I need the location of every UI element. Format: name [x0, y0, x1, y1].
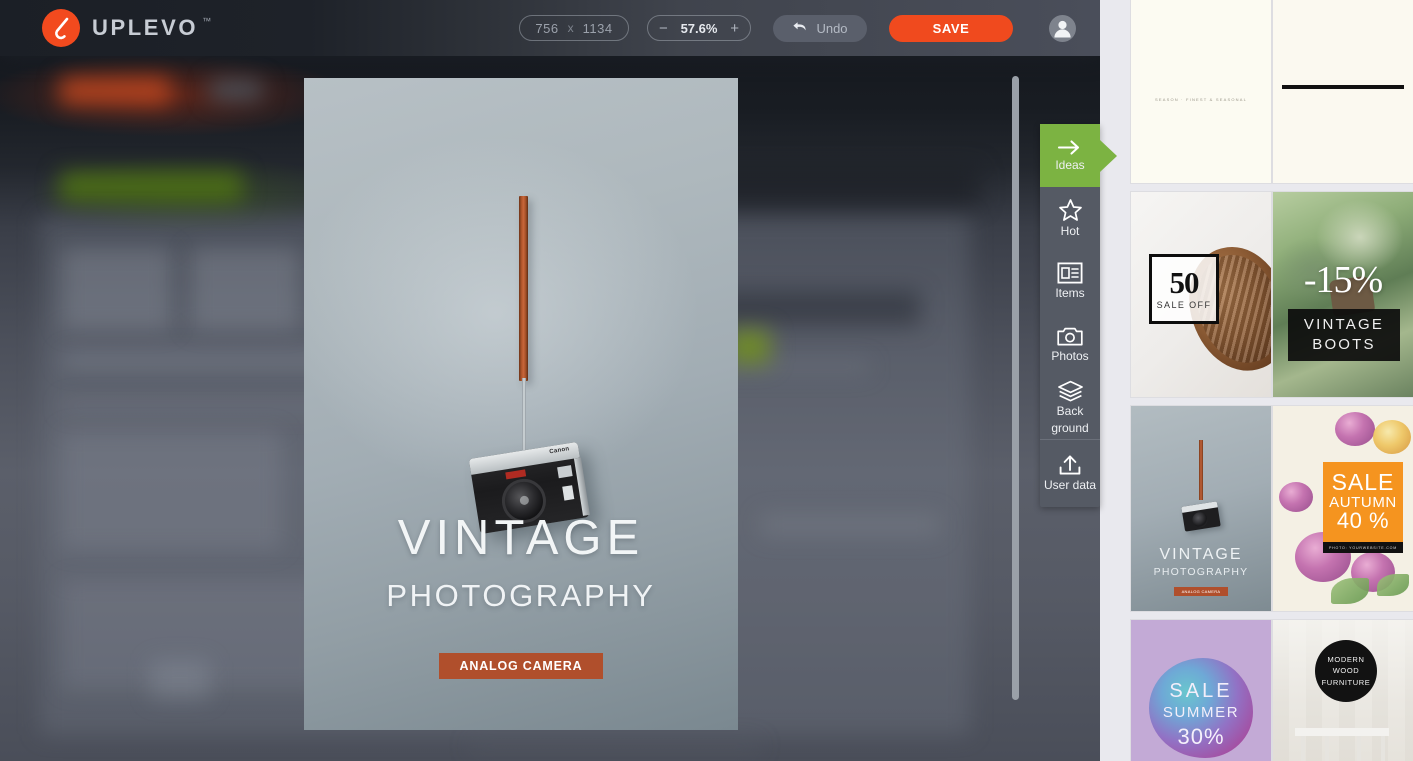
zoom-out-button[interactable]: −	[659, 21, 668, 36]
table-graphic	[1295, 728, 1389, 736]
tool-ideas-label: Ideas	[1055, 157, 1085, 172]
template-thumbnail[interactable]: SALE AUTUMN 40 % PHOTO: YOURWEBSITE.COM	[1273, 406, 1413, 611]
tool-user-data-label: User data	[1043, 478, 1097, 493]
tool-rail: Ideas Hot Items Photos Back ground User …	[1040, 124, 1100, 507]
template-line3: 30%	[1177, 724, 1225, 749]
template-thumbnail[interactable]: SALE SUMMER 30% WEBSITE: YOURWEBSITE.COM	[1131, 620, 1271, 761]
layout-icon	[1057, 262, 1083, 284]
dimension-separator: x	[567, 21, 574, 35]
design-canvas[interactable]: Canon VINTAGE PHOTOGRAPHY ANALOG CAMERA	[304, 78, 738, 730]
undo-arrow-icon	[792, 20, 808, 36]
flower-graphic	[1373, 420, 1411, 454]
undo-button[interactable]: Undo	[773, 14, 867, 42]
camera-strap	[519, 196, 528, 381]
tool-photos-label: Photos	[1051, 348, 1089, 363]
template-line2: SUMMER	[1162, 704, 1240, 721]
template-percent: -15%	[1303, 259, 1383, 301]
sale-box: SALE AUTUMN 40 %	[1323, 462, 1403, 542]
tool-ideas[interactable]: Ideas	[1040, 124, 1100, 187]
templates-panel[interactable]: SEASON · FINEST & SEASONAL 50 SALE OFF -…	[1100, 0, 1413, 761]
star-icon	[1058, 198, 1083, 222]
user-avatar[interactable]	[1049, 14, 1076, 42]
upload-icon	[1057, 454, 1083, 476]
canvas-cta-button[interactable]: ANALOG CAMERA	[439, 653, 603, 679]
template-subtitle: PHOTOGRAPHY	[1153, 566, 1249, 578]
canvas-width-input[interactable]: 756	[535, 21, 558, 36]
flower-graphic	[1279, 482, 1313, 512]
canvas-subtitle-text[interactable]: PHOTOGRAPHY	[304, 578, 738, 614]
canvas-background-photo	[304, 78, 738, 730]
camera-strap-graphic	[1199, 440, 1203, 500]
template-line1: SALE	[1169, 680, 1233, 702]
template-line2: BOOTS	[1312, 336, 1376, 353]
template-thumbnail[interactable]	[1273, 0, 1413, 183]
table-leg-graphic	[1381, 736, 1385, 761]
tool-items-label: Items	[1055, 286, 1085, 301]
brand-name-text: UPLEVO	[92, 15, 199, 40]
table-leg-graphic	[1325, 736, 1329, 761]
table-leg-graphic	[1301, 736, 1305, 761]
tool-photos[interactable]: Photos	[1040, 313, 1100, 376]
camera-graphic	[1181, 501, 1221, 532]
tool-background[interactable]: Back ground	[1040, 376, 1100, 439]
template-line1: MODERN	[1327, 654, 1365, 664]
zoom-control[interactable]: − 57.6% +	[647, 15, 751, 41]
tool-items[interactable]: Items	[1040, 250, 1100, 313]
template-caption: SALE OFF	[1156, 299, 1212, 310]
camera-icon	[1056, 326, 1084, 347]
tool-hot-label: Hot	[1060, 224, 1080, 239]
template-title: VINTAGE	[1159, 546, 1243, 563]
template-thumbnail[interactable]: -15% VINTAGE BOOTS	[1273, 192, 1413, 397]
undo-label: Undo	[816, 20, 848, 36]
arrow-right-icon	[1057, 139, 1083, 156]
template-thumbnail[interactable]: 50 SALE OFF	[1131, 192, 1271, 397]
template-percent: 50	[1169, 265, 1200, 301]
template-thumbnail[interactable]: SEASON · FINEST & SEASONAL	[1131, 0, 1271, 183]
camera-strap-clip	[522, 378, 526, 450]
tool-background-label-line1: Back	[1056, 404, 1084, 419]
zoom-level-value: 57.6%	[680, 20, 718, 36]
template-line3: 40 %	[1336, 508, 1390, 534]
canvas-vertical-scrollbar[interactable]	[1012, 76, 1019, 700]
leaf-graphic	[1377, 574, 1409, 596]
brand-name: UPLEVO ™	[92, 15, 211, 41]
tool-background-label-line2: ground	[1051, 420, 1089, 435]
uplevo-mark-icon	[42, 9, 80, 47]
save-button[interactable]: SAVE	[889, 14, 1013, 42]
canvas-size-control[interactable]: 756 x 1134	[519, 15, 629, 41]
top-toolbar: UPLEVO ™ 756 x 1134 − 57.6% + Undo SAVE	[0, 0, 1100, 56]
app-logo[interactable]: UPLEVO ™	[42, 9, 211, 47]
template-cta: ANALOG CAMERA	[1174, 587, 1228, 596]
template-line3: FURNITURE	[1321, 677, 1371, 687]
zoom-in-button[interactable]: +	[730, 21, 739, 36]
table-leg-graphic	[1357, 736, 1361, 761]
template-caption: SEASON · FINEST & SEASONAL	[1154, 96, 1248, 102]
layers-icon	[1057, 380, 1084, 402]
template-divider	[1282, 84, 1404, 89]
template-footer: PHOTO: YOURWEBSITE.COM	[1323, 542, 1403, 553]
template-thumbnail[interactable]: VINTAGE PHOTOGRAPHY ANALOG CAMERA	[1131, 406, 1271, 611]
leaf-graphic	[1331, 578, 1369, 604]
trademark-symbol: ™	[202, 16, 212, 26]
template-thumbnail[interactable]: MODERN WOOD FURNITURE WEBSITE: YOURWEBSI…	[1273, 620, 1413, 761]
templates-grid: SEASON · FINEST & SEASONAL 50 SALE OFF -…	[1131, 0, 1413, 761]
tool-user-data[interactable]: User data	[1040, 439, 1100, 507]
template-line1: SALE	[1331, 469, 1395, 496]
template-line2: WOOD	[1332, 666, 1360, 676]
sale-frame: 50 SALE OFF	[1149, 254, 1219, 324]
tool-hot[interactable]: Hot	[1040, 187, 1100, 250]
canvas-height-input[interactable]: 1134	[583, 21, 613, 36]
flower-graphic	[1335, 412, 1375, 446]
template-line1: VINTAGE	[1303, 315, 1385, 333]
canvas-title-text[interactable]: VINTAGE	[304, 510, 738, 566]
template-caption-block: VINTAGE BOOTS	[1288, 309, 1400, 361]
badge-circle: MODERN WOOD FURNITURE	[1315, 640, 1377, 702]
